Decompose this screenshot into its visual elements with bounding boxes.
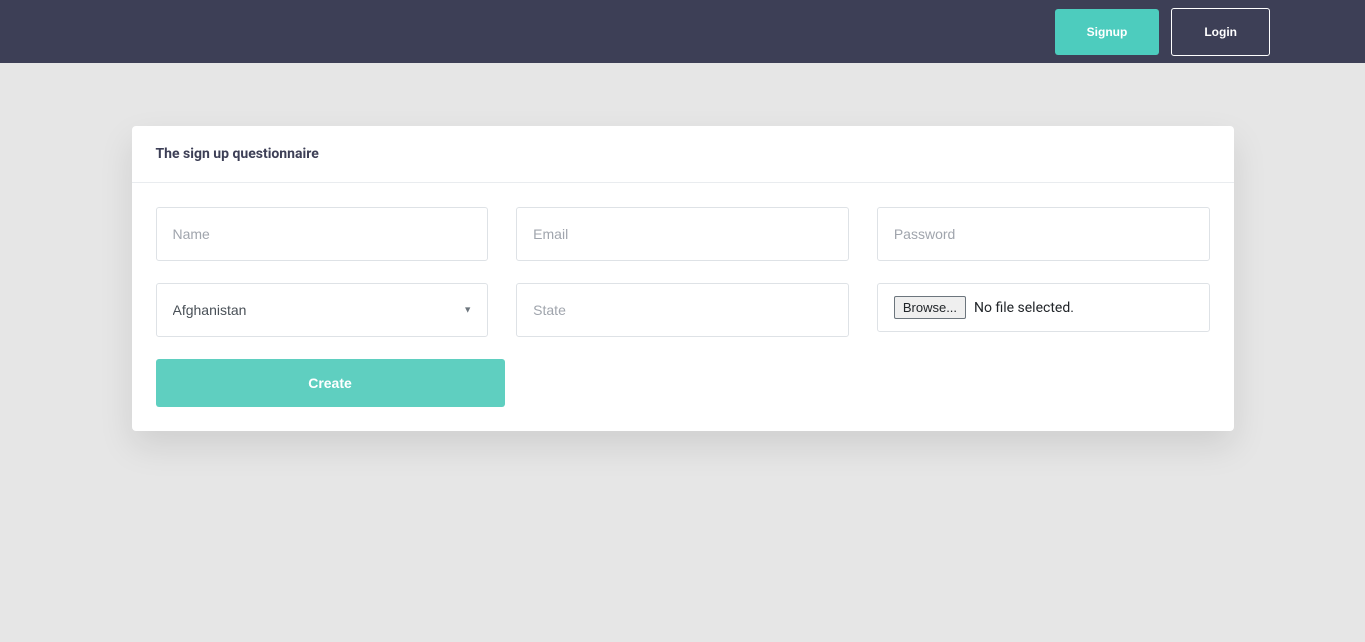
country-select-wrapper: Afghanistan ▼ (156, 283, 489, 337)
country-group: Afghanistan ▼ (156, 283, 489, 337)
file-input-wrapper: Browse... No file selected. (877, 283, 1210, 332)
create-button[interactable]: Create (156, 359, 505, 407)
main-container: The sign up questionnaire Afghanist (112, 126, 1254, 431)
state-group (516, 283, 849, 337)
card-body: Afghanistan ▼ Browse... No file selected… (132, 183, 1234, 431)
email-field[interactable] (516, 207, 849, 261)
form-row-1 (156, 207, 1210, 261)
card-title: The sign up questionnaire (156, 146, 1210, 162)
name-group (156, 207, 489, 261)
email-group (516, 207, 849, 261)
state-field[interactable] (516, 283, 849, 337)
file-status-text: No file selected. (974, 300, 1074, 316)
signup-button[interactable]: Signup (1055, 9, 1160, 55)
file-group: Browse... No file selected. (877, 283, 1210, 337)
name-field[interactable] (156, 207, 489, 261)
file-browse-button[interactable]: Browse... (894, 296, 966, 319)
login-button[interactable]: Login (1171, 8, 1270, 56)
form-row-2: Afghanistan ▼ Browse... No file selected… (156, 283, 1210, 337)
password-group (877, 207, 1210, 261)
signup-card: The sign up questionnaire Afghanist (132, 126, 1234, 431)
password-field[interactable] (877, 207, 1210, 261)
card-header: The sign up questionnaire (132, 126, 1234, 183)
header: Signup Login (0, 0, 1365, 63)
country-select[interactable]: Afghanistan (156, 283, 489, 337)
